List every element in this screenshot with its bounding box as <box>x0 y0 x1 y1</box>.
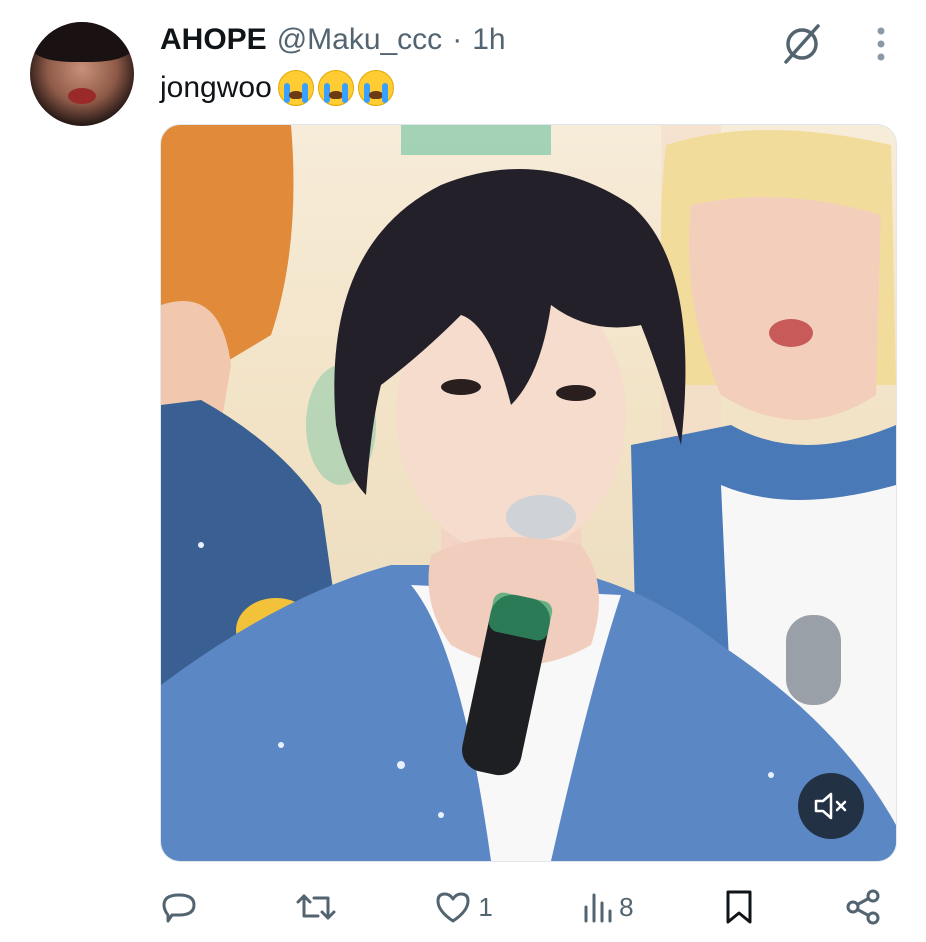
volume-muted-icon[interactable] <box>798 773 864 839</box>
more-vertical-icon[interactable] <box>876 26 886 62</box>
grok-icon[interactable] <box>780 22 824 66</box>
loudly-crying-face-icon <box>277 70 314 106</box>
views-count: 8 <box>619 891 634 922</box>
loudly-crying-face-icon <box>317 70 354 106</box>
avatar-lips <box>68 88 96 104</box>
share-icon <box>844 888 882 926</box>
video-frame <box>161 125 896 861</box>
tweet-video[interactable] <box>160 124 897 862</box>
author-name[interactable]: AHOPE <box>160 23 267 57</box>
tweet-time[interactable]: 1h <box>472 23 505 57</box>
emoji-group <box>277 70 394 106</box>
author-handle[interactable]: @Maku_ccc <box>277 23 443 57</box>
separator-dot: · <box>452 23 463 56</box>
tweet-actions: 1 8 <box>160 884 882 930</box>
tweet: AHOPE @Maku_ccc · 1h jongwoo 1 8 <box>0 0 926 942</box>
like-button[interactable]: 1 <box>434 890 493 924</box>
retweet-icon <box>294 888 338 926</box>
reply-icon <box>160 888 198 926</box>
tweet-header: AHOPE @Maku_ccc · 1h <box>160 22 506 58</box>
views-button[interactable]: 8 <box>583 891 634 923</box>
bookmark-icon <box>724 888 754 926</box>
views-bar-chart-icon <box>583 891 613 923</box>
heart-icon <box>434 890 472 924</box>
avatar[interactable] <box>30 22 134 126</box>
bookmark-button[interactable] <box>724 888 754 926</box>
avatar-hair <box>30 22 134 62</box>
loudly-crying-face-icon <box>357 70 394 106</box>
tweet-text: jongwoo <box>160 70 394 106</box>
header-icons <box>780 22 886 66</box>
share-button[interactable] <box>844 888 882 926</box>
like-count: 1 <box>478 891 493 922</box>
reply-button[interactable] <box>160 888 204 926</box>
tweet-text-body: jongwoo <box>160 71 272 104</box>
retweet-button[interactable] <box>294 888 344 926</box>
